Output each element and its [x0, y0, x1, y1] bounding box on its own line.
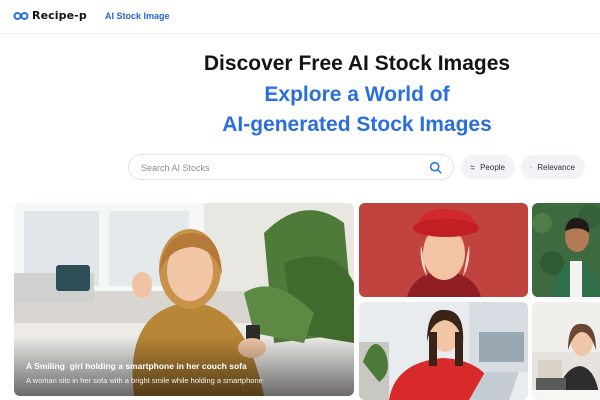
photo-woman-red-sweater-laptop — [359, 302, 528, 400]
people-filter-button[interactable]: People — [461, 155, 515, 179]
photo-man-green-jacket — [532, 203, 600, 297]
featured-image-card[interactable]: A Smiling girl holding a smartphone in h… — [14, 203, 354, 396]
image-card[interactable] — [532, 302, 600, 400]
sliders-icon — [470, 164, 475, 170]
photo-red-beret-woman — [359, 203, 528, 297]
hero-title: Discover Free AI Stock Images — [203, 52, 511, 75]
infinity-logo-icon — [13, 11, 29, 20]
search-bar — [128, 154, 454, 180]
featured-description: A woman sits in her sofa with a bright s… — [26, 376, 263, 385]
search-icon[interactable] — [429, 161, 442, 174]
featured-caption: A Smiling girl holding a smartphone in h… — [14, 336, 354, 396]
nav-ai-stock-image[interactable]: AI Stock Image — [105, 11, 170, 21]
sort-filter-icon — [530, 166, 533, 168]
search-input[interactable] — [141, 160, 421, 175]
logo-text: Recipe-p — [32, 9, 87, 22]
relevance-sort-button[interactable]: Relevance — [521, 155, 585, 179]
hero-subtitle-line2: AI-generated Stock Images — [222, 113, 492, 136]
image-card[interactable] — [359, 203, 528, 297]
relevance-sort-label: Relevance — [537, 162, 575, 172]
image-card[interactable] — [359, 302, 528, 400]
people-filter-label: People — [480, 162, 505, 172]
featured-title: A Smiling girl holding a smartphone in h… — [26, 361, 247, 371]
site-logo[interactable]: Recipe-p — [13, 9, 87, 22]
hero-subtitle-line1: Explore a World of — [264, 83, 450, 106]
photo-woman-desk-laptop — [532, 302, 600, 400]
top-bar: Recipe-p AI Stock Image — [0, 0, 600, 34]
image-card[interactable] — [532, 203, 600, 297]
